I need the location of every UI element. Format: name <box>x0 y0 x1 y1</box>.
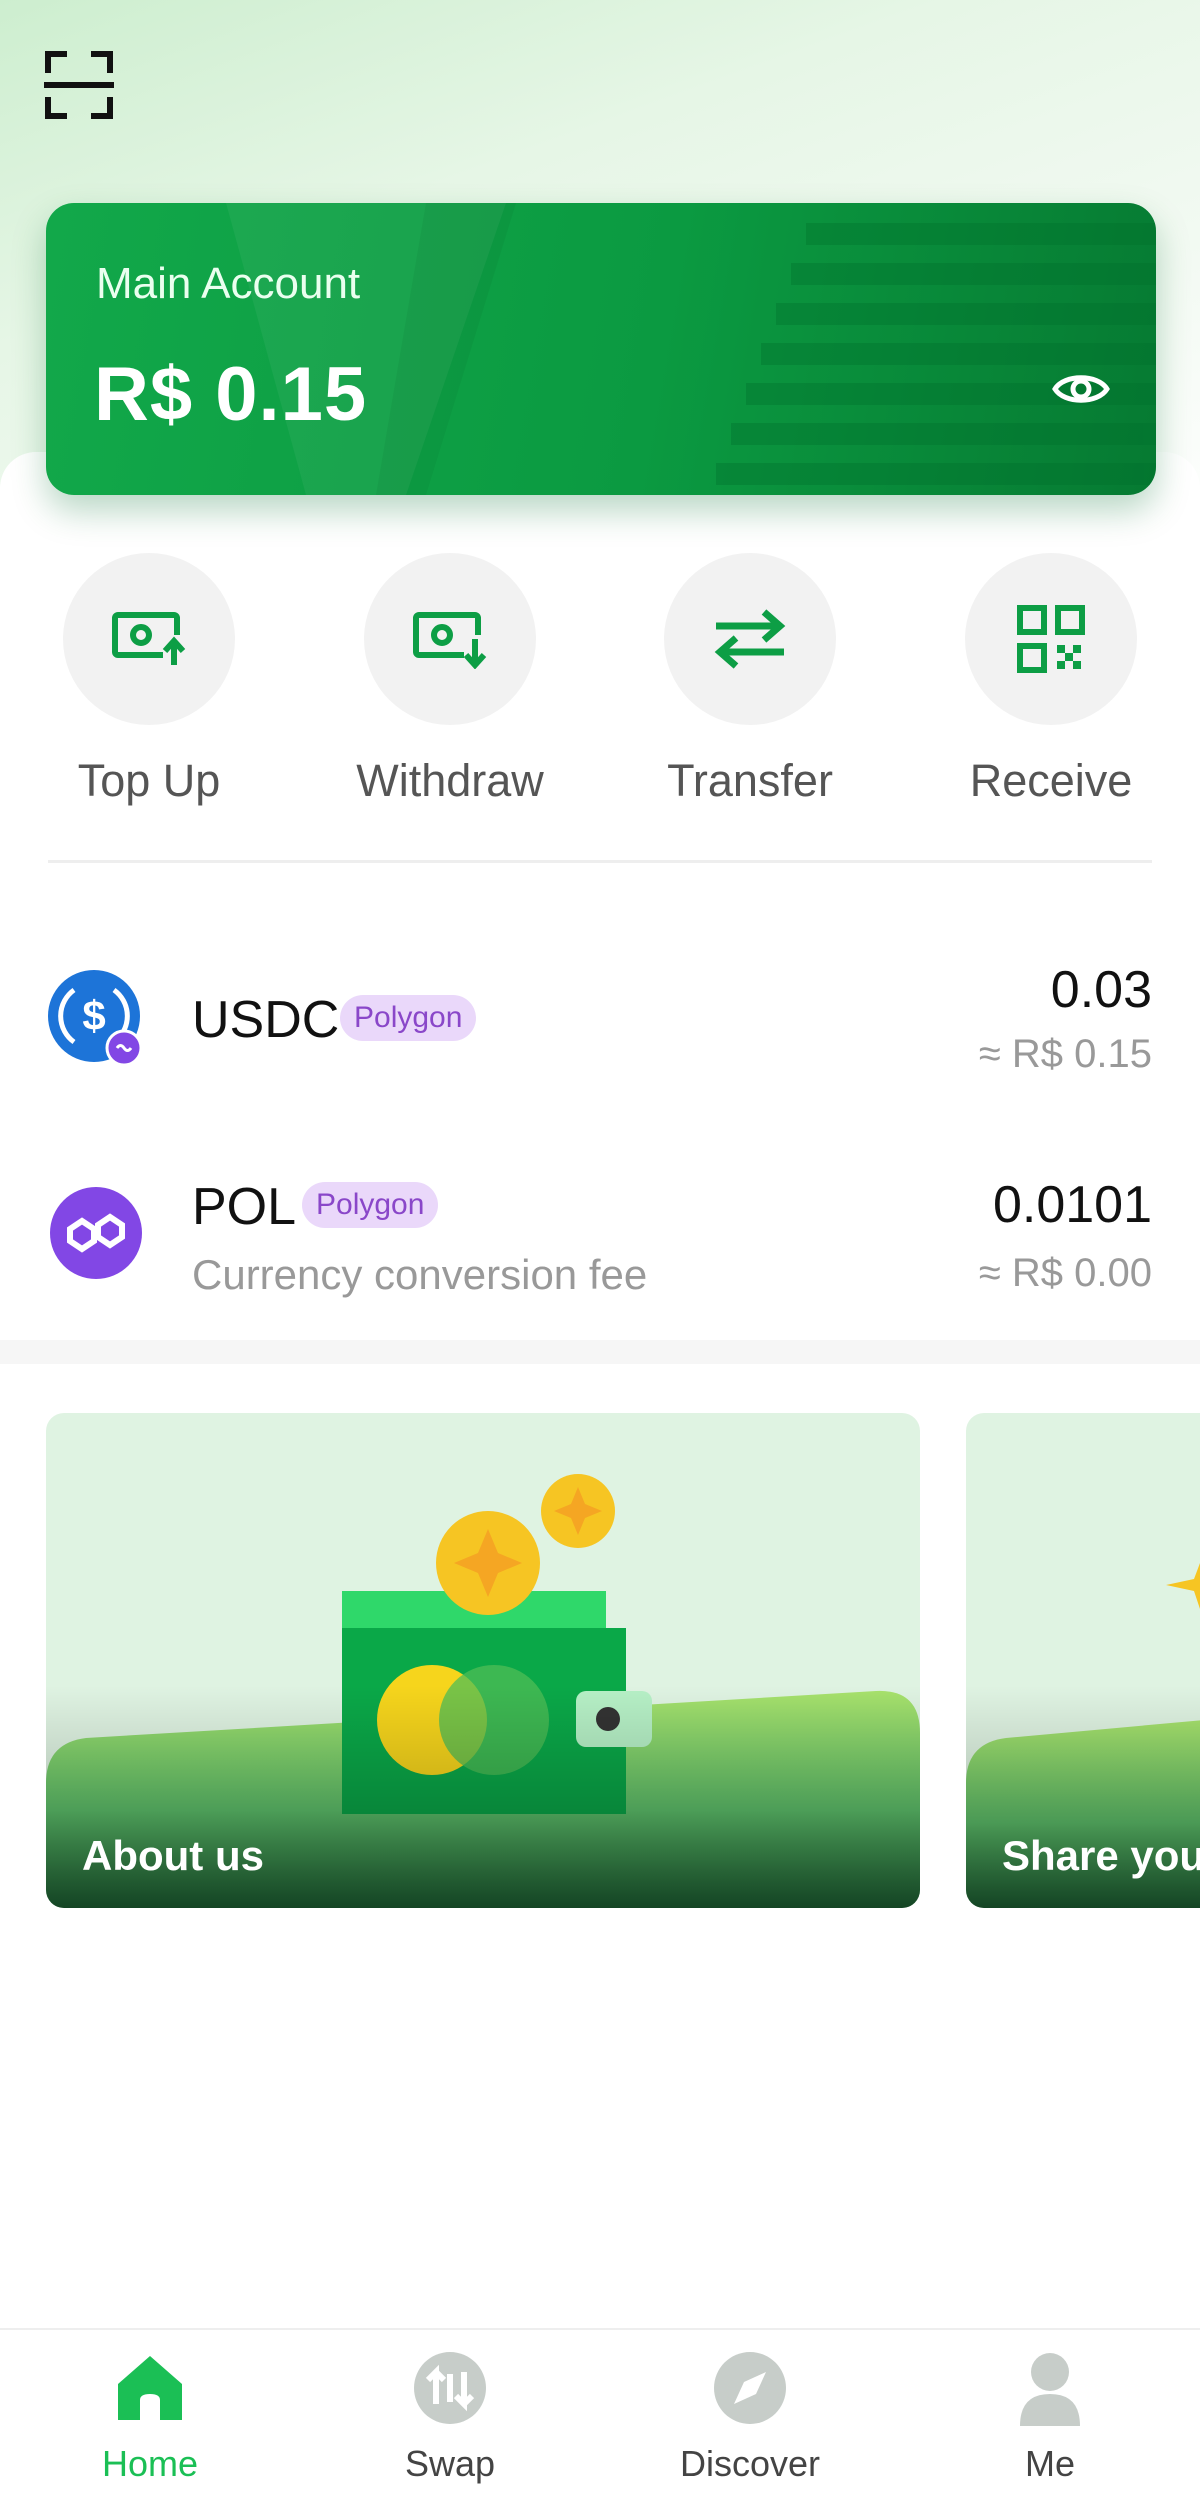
token-symbol: USDC <box>192 991 340 1049</box>
svg-text:$: $ <box>82 992 105 1039</box>
usdc-logo-icon: $ <box>48 970 143 1066</box>
nav-label: Swap <box>404 2443 496 2484</box>
swap-icon <box>414 2352 486 2424</box>
transfer-label: Transfer <box>667 755 833 806</box>
account-label: Main Account <box>96 259 361 308</box>
bottom-navigation: Home Swap Discover Me <box>0 2328 1200 2507</box>
token-subtitle: Currency conversion fee <box>192 1251 648 1298</box>
quick-actions: Top Up Withdraw Transfer Receive <box>0 553 1200 833</box>
token-fiat-value: ≈ R$ 0.00 <box>978 1251 1152 1295</box>
card-decoration <box>226 203 1156 495</box>
withdraw-button[interactable]: Withdraw <box>330 553 570 807</box>
token-amount: 0.0101 <box>992 1176 1152 1234</box>
home-screen: Main Account R$ 0.15 Top Up Withdraw Tra… <box>0 0 1200 2507</box>
section-divider <box>48 860 1152 863</box>
money-down-icon <box>413 612 487 669</box>
nav-label: Me <box>1024 2443 1075 2484</box>
banner-title: Share your <box>1002 1832 1200 1879</box>
token-amount: 0.03 <box>1050 961 1152 1019</box>
person-icon <box>1020 2353 1080 2426</box>
chain-badge: Polygon <box>302 1182 439 1228</box>
main-account-card[interactable]: Main Account R$ 0.15 <box>46 203 1156 495</box>
nav-home[interactable]: Home <box>50 2350 250 2485</box>
withdraw-label: Withdraw <box>356 755 544 806</box>
top-up-label: Top Up <box>77 755 221 806</box>
nav-swap[interactable]: Swap <box>350 2350 550 2485</box>
money-up-icon <box>112 612 186 669</box>
token-row-usdc[interactable]: $ USDC Polygon 0.03 ≈ R$ 0.15 <box>0 940 1200 1100</box>
nav-discover[interactable]: Discover <box>650 2350 850 2485</box>
receive-icon-circle <box>965 553 1137 725</box>
token-row-pol[interactable]: POL Polygon Currency conversion fee 0.01… <box>0 1155 1200 1315</box>
section-gap <box>0 1340 1200 1364</box>
transfer-button[interactable]: Transfer <box>630 553 870 807</box>
banner-about-us[interactable]: About us <box>46 1413 920 1908</box>
scan-button[interactable] <box>41 50 117 120</box>
receive-button[interactable]: Receive <box>931 553 1171 807</box>
receive-label: Receive <box>969 755 1133 806</box>
eye-icon <box>1052 375 1110 403</box>
home-icon <box>118 2356 182 2420</box>
account-balance: R$ 0.15 <box>94 352 368 437</box>
transfer-icon-circle <box>664 553 836 725</box>
token-fiat-value: ≈ R$ 0.15 <box>978 1032 1152 1076</box>
top-up-icon-circle <box>63 553 235 725</box>
qr-code-icon <box>1017 605 1085 673</box>
token-symbol: POL <box>192 1178 297 1236</box>
banner-share[interactable]: Share your <box>966 1413 1200 1908</box>
pol-logo-icon <box>50 1187 142 1279</box>
compass-icon <box>714 2352 786 2424</box>
nav-me[interactable]: Me <box>950 2350 1150 2485</box>
top-up-button[interactable]: Top Up <box>29 553 269 807</box>
banner-title: About us <box>82 1832 264 1879</box>
chain-badge: Polygon <box>340 995 477 1041</box>
transfer-arrows-icon <box>714 609 786 669</box>
withdraw-icon-circle <box>364 553 536 725</box>
nav-label: Home <box>101 2443 199 2484</box>
scan-icon <box>41 51 117 119</box>
toggle-balance-visibility-button[interactable] <box>1052 368 1110 410</box>
nav-label: Discover <box>679 2443 821 2484</box>
